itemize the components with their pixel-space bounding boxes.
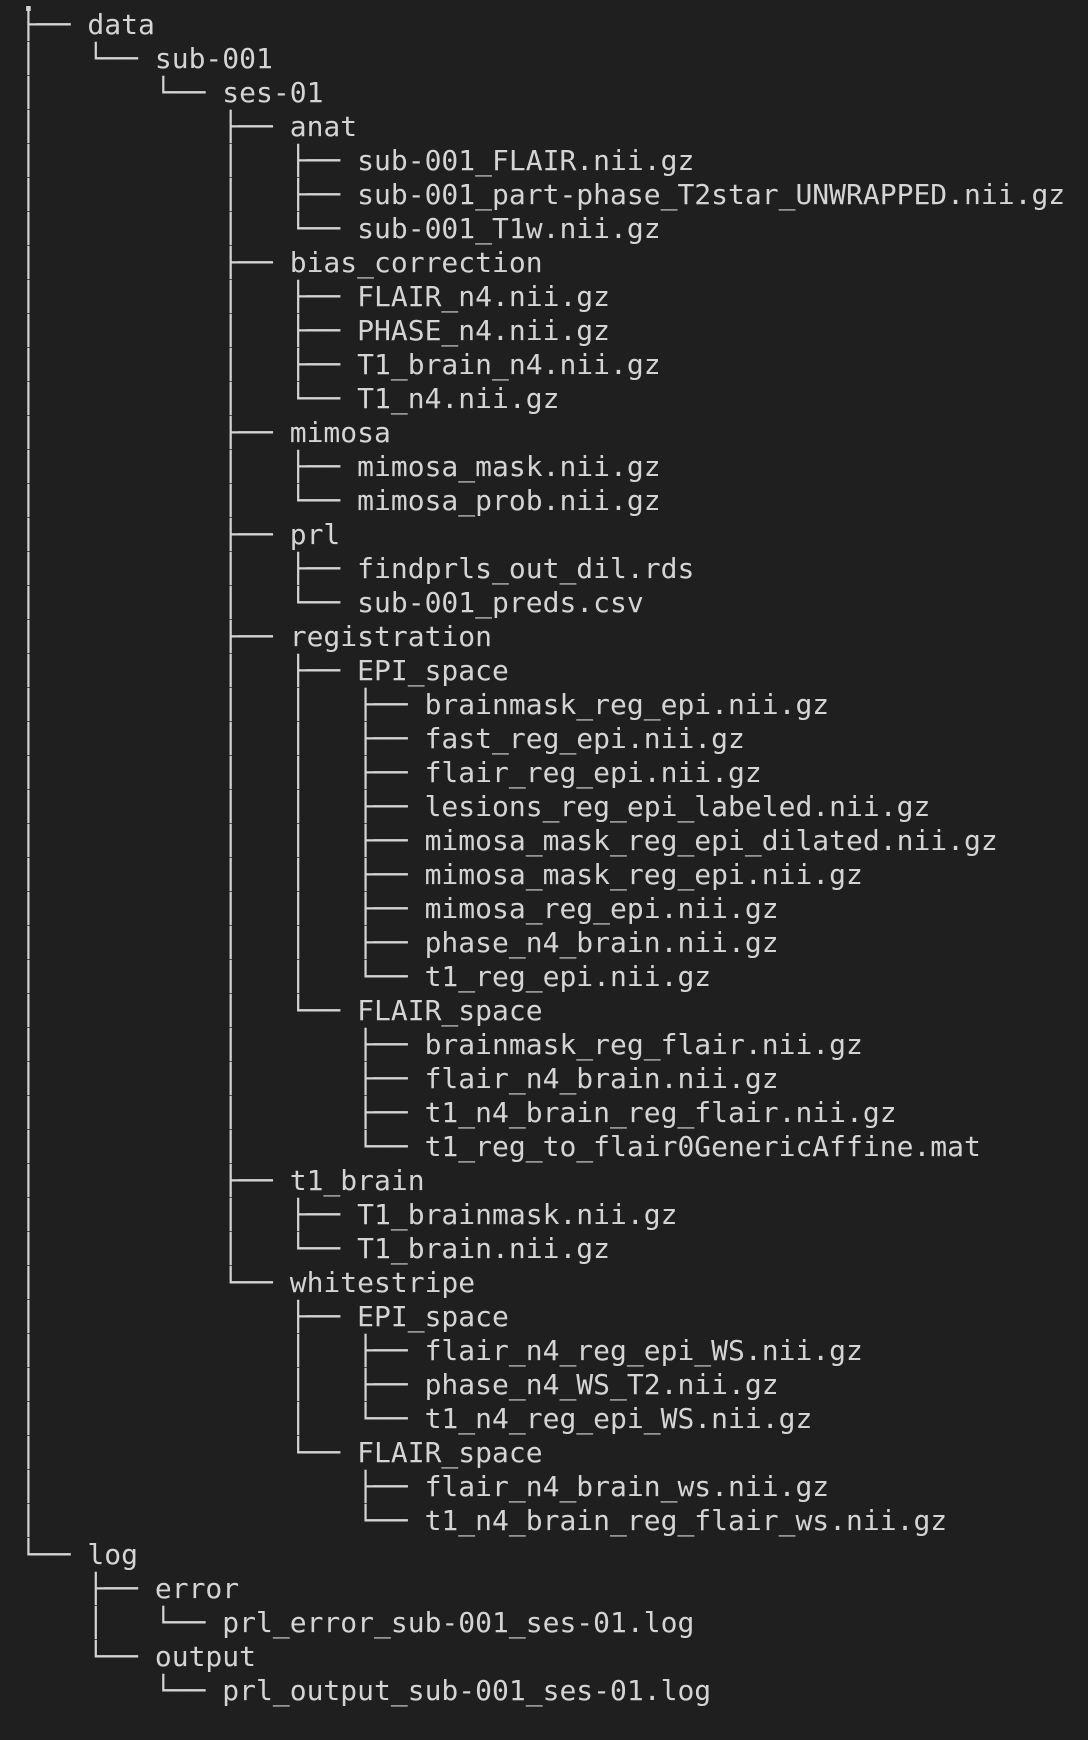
tree-entry: │ │ ├── t1_n4_brain_reg_flair.nii.gz [20, 1096, 897, 1129]
tree-entry: │ │ ├── PHASE_n4.nii.gz [20, 314, 611, 347]
tree-entry: │ │ ├── flair_n4_brain.nii.gz [20, 1062, 779, 1095]
tree-entry: │ │ └── t1_reg_to_flair0GenericAffine.ma… [20, 1130, 981, 1163]
tree-entry: │ │ ├── T1_brainmask.nii.gz [20, 1198, 678, 1231]
tree-entry: ├── data [20, 8, 155, 41]
tree-entry: │ │ └── sub-001_preds.csv [20, 586, 644, 619]
tree-entry: │ ├── EPI_space [20, 1300, 509, 1333]
tree-entry: │ ├── t1_brain [20, 1164, 425, 1197]
tree-entry: │ ├── bias_correction [20, 246, 543, 279]
tree-entry: │ │ │ ├── phase_n4_brain.nii.gz [20, 926, 779, 959]
tree-entry: │ │ └── sub-001_T1w.nii.gz [20, 212, 661, 245]
tree-entry: │ │ │ └── t1_reg_epi.nii.gz [20, 960, 712, 993]
tree-entry: └── prl_output_sub-001_ses-01.log [20, 1674, 712, 1707]
tree-entry: │ │ └── FLAIR_space [20, 994, 543, 1027]
tree-entry: │ │ ├── sub-001_FLAIR.nii.gz [20, 144, 695, 177]
directory-tree: ├── data │ └── sub-001 │ └── ses-01 │ ├── a… [20, 8, 1088, 1716]
tree-entry: │ │ ├── FLAIR_n4.nii.gz [20, 280, 611, 313]
tree-entry: │ │ ├── phase_n4_WS_T2.nii.gz [20, 1368, 779, 1401]
tree-entry: │ │ ├── findprls_out_dil.rds [20, 552, 695, 585]
tree-entry: │ ├── flair_n4_brain_ws.nii.gz [20, 1470, 830, 1503]
tree-entry: │ │ ├── sub-001_part-phase_T2star_UNWRAP… [20, 178, 1066, 211]
tree-entry: │ └── whitestripe [20, 1266, 476, 1299]
tree-entry: │ │ ├── mimosa_mask.nii.gz [20, 450, 661, 483]
tree-entry: └── log [20, 1538, 139, 1571]
tree-entry: │ │ │ ├── fast_reg_epi.nii.gz [20, 722, 745, 755]
tree-entry: │ │ │ ├── flair_reg_epi.nii.gz [20, 756, 762, 789]
tree-entry: │ ├── anat [20, 110, 358, 143]
tree-entry: │ ├── mimosa [20, 416, 391, 449]
tree-entry: │ │ │ ├── lesions_reg_epi_labeled.nii.gz [20, 790, 931, 823]
tree-entry: │ │ ├── T1_brain_n4.nii.gz [20, 348, 661, 381]
tree-entry: │ │ └── T1_n4.nii.gz [20, 382, 560, 415]
tree-entry: │ │ ├── brainmask_reg_flair.nii.gz [20, 1028, 863, 1061]
tree-entry: │ │ └── T1_brain.nii.gz [20, 1232, 611, 1265]
tree-entry: │ │ └── mimosa_prob.nii.gz [20, 484, 661, 517]
tree-entry: │ └── t1_n4_brain_reg_flair_ws.nii.gz [20, 1504, 948, 1537]
tree-entry: ├── error [20, 1572, 240, 1605]
tree-entry: │ └── ses-01 [20, 76, 324, 109]
tree-entry: │ │ │ ├── mimosa_reg_epi.nii.gz [20, 892, 779, 925]
tree-entry: │ ├── prl [20, 518, 341, 551]
tree-entry: │ │ │ ├── mimosa_mask_reg_epi.nii.gz [20, 858, 863, 891]
tree-entry: │ │ ├── EPI_space [20, 654, 509, 687]
tree-entry: │ │ └── t1_n4_reg_epi_WS.nii.gz [20, 1402, 813, 1435]
tree-entry: │ └── sub-001 [20, 42, 273, 75]
tree-entry: │ └── prl_error_sub-001_ses-01.log [20, 1606, 695, 1639]
tree-entry: │ │ ├── flair_n4_reg_epi_WS.nii.gz [20, 1334, 863, 1367]
tree-entry: │ ├── registration [20, 620, 493, 653]
tree-entry: │ └── FLAIR_space [20, 1436, 543, 1469]
tree-entry: │ │ │ ├── brainmask_reg_epi.nii.gz [20, 688, 830, 721]
tree-entry: └── output [20, 1640, 257, 1673]
terminal-window: . ├── data │ └── sub-001 │ └── ses-01 │ ├──… [0, 0, 1088, 1740]
tree-entry: │ │ │ ├── mimosa_mask_reg_epi_dilated.ni… [20, 824, 998, 857]
